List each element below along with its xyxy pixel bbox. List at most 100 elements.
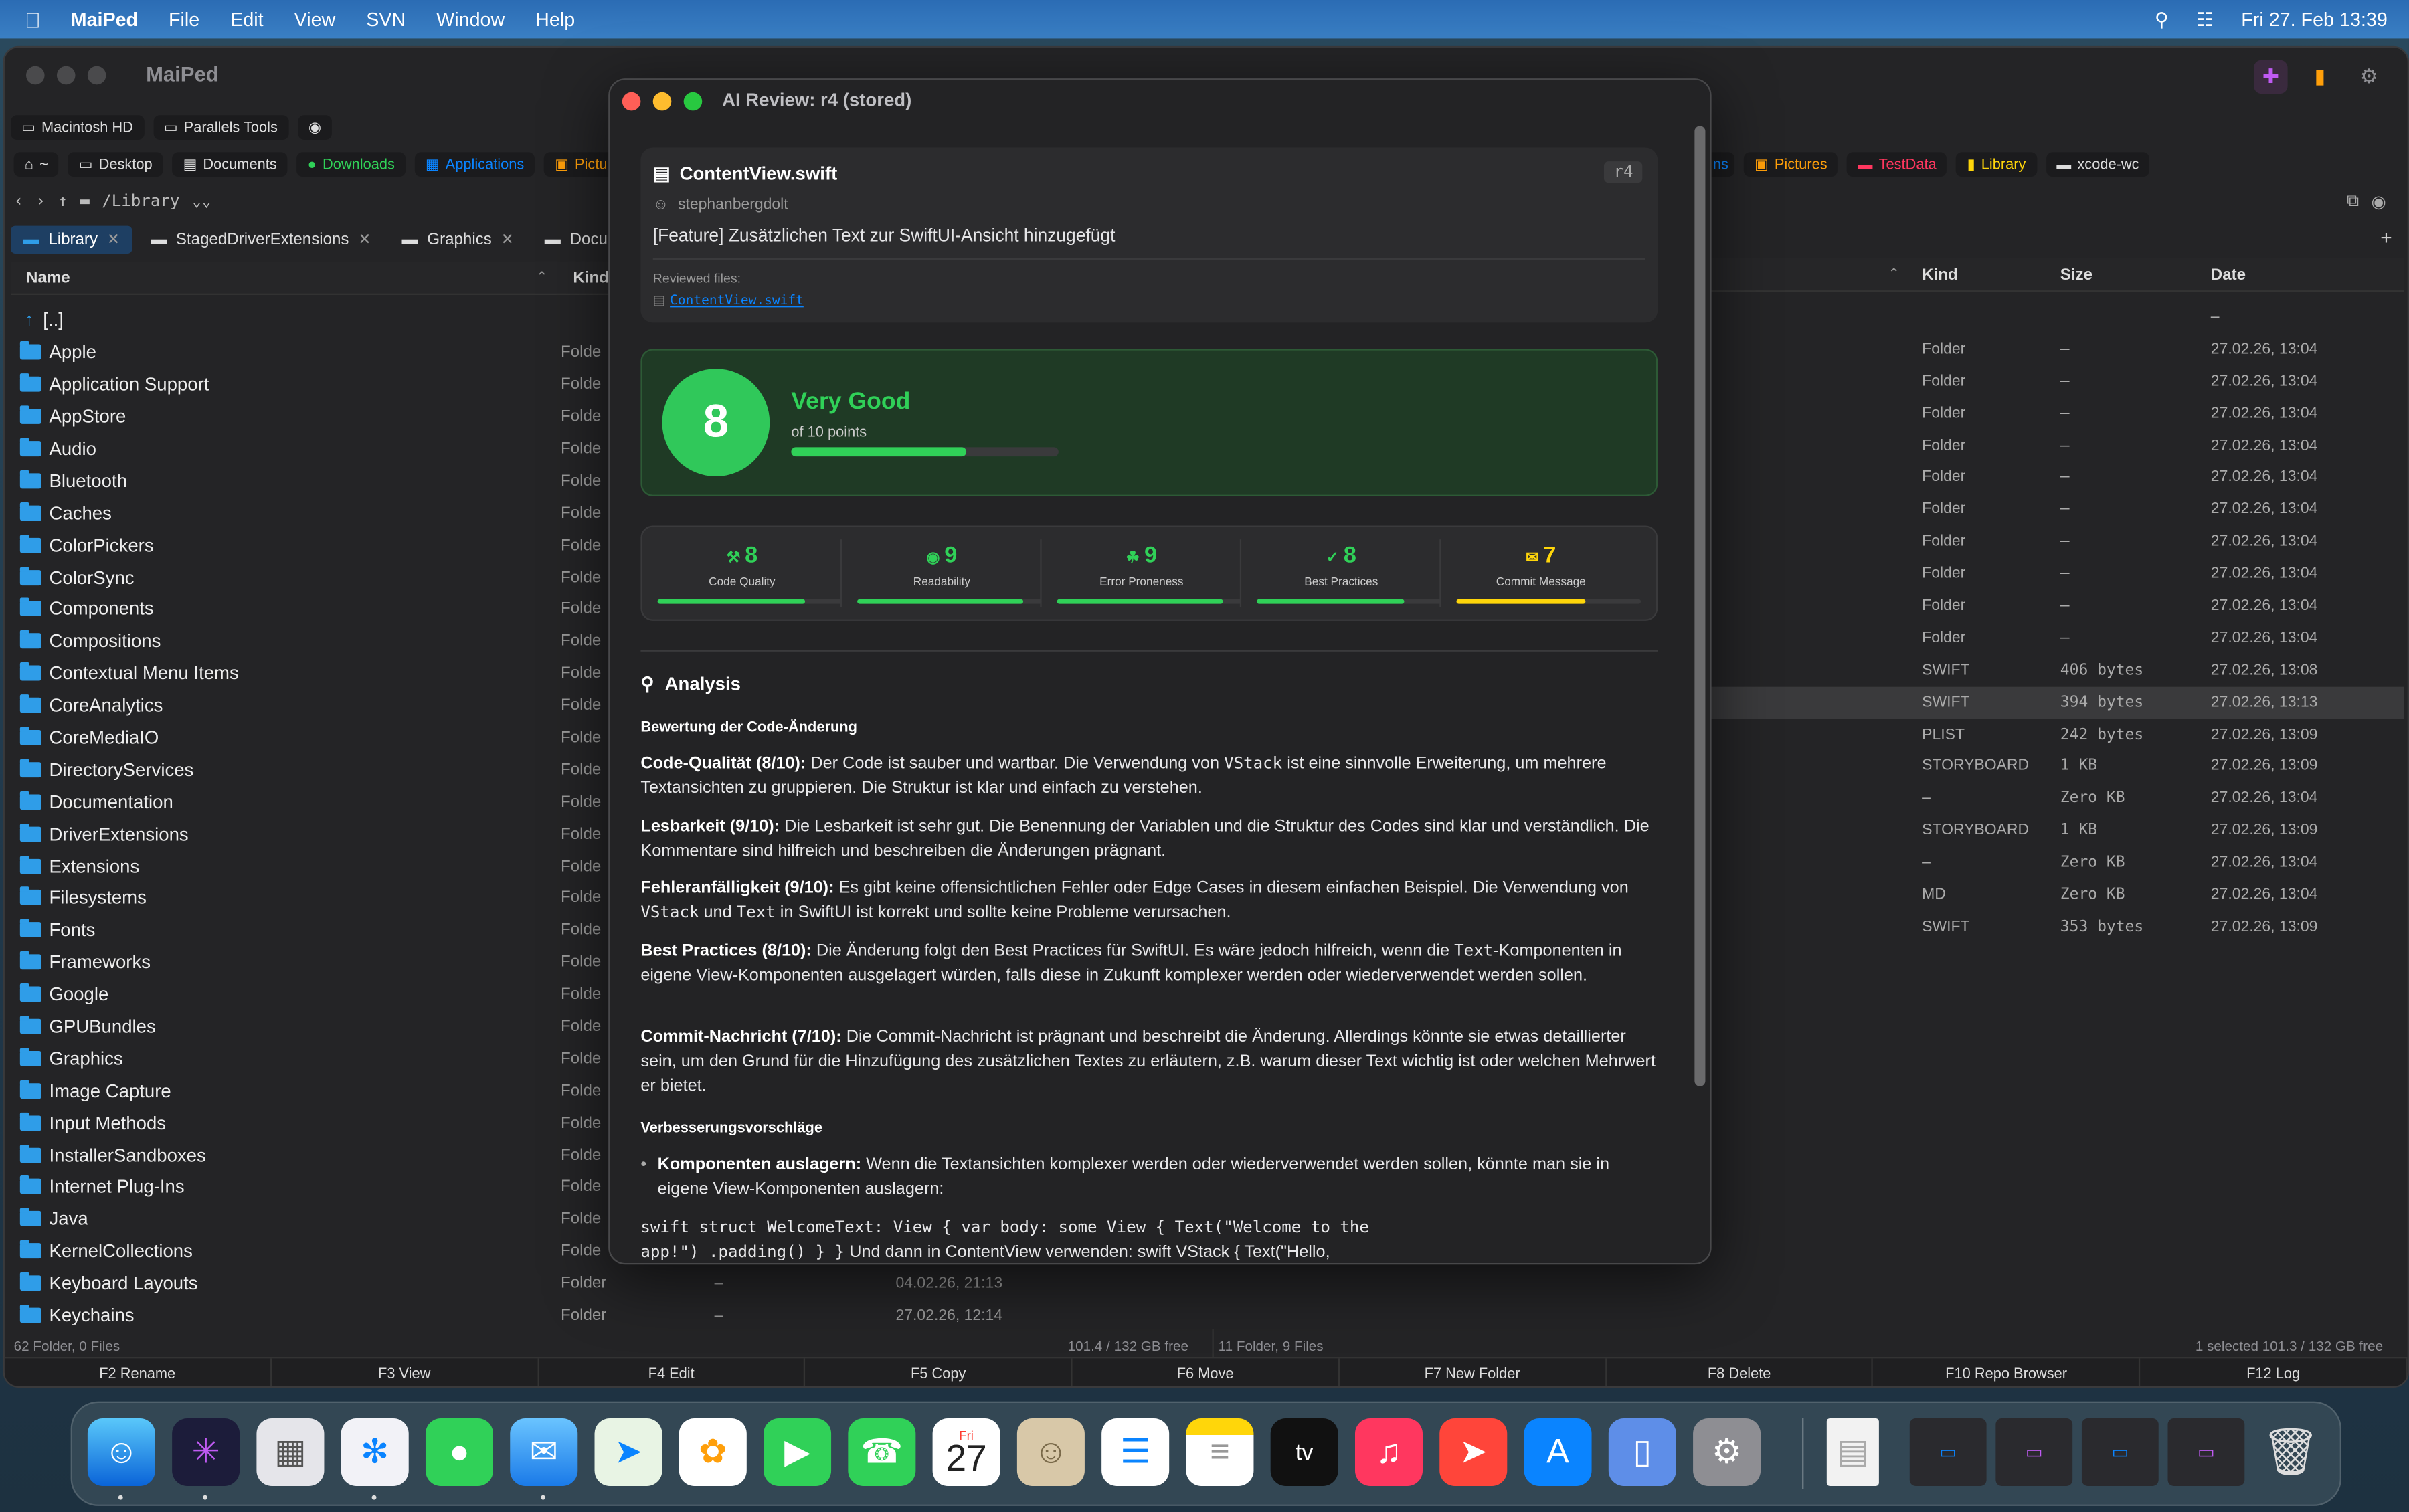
minimized-window-thumbnail[interactable]: ▭	[2167, 1418, 2245, 1487]
list-item[interactable]: Keychains Folder – 27.02.26, 12:14	[11, 1299, 1209, 1325]
fav-pictures[interactable]: ▣ Pictures	[1743, 152, 1838, 177]
apple-tv-icon[interactable]: tv	[1270, 1418, 1338, 1487]
table-row[interactable]: – Zero KB 27.02.26, 13:04	[1707, 783, 2404, 815]
spotlight-search-icon[interactable]: ⚲	[2155, 7, 2169, 31]
apple-menu-icon[interactable]: 	[25, 7, 46, 31]
table-row[interactable]: Folder – 27.02.26, 13:04	[1707, 558, 2404, 590]
fav-pictures-left[interactable]: ▣ Pictu	[544, 152, 618, 177]
network-globe-icon[interactable]: ◉	[297, 115, 332, 140]
safari-icon[interactable]: ✻	[341, 1418, 409, 1487]
path-dropdown-icon[interactable]: ⌄⌄	[192, 192, 211, 211]
iphone-mirroring-icon[interactable]: ▯	[1608, 1418, 1676, 1487]
messages-icon[interactable]: ●	[425, 1418, 493, 1487]
back-icon[interactable]: ‹	[14, 192, 24, 211]
sort-ascending-icon[interactable]: ⌃	[1888, 266, 1900, 282]
close-tab-icon[interactable]: ✕	[501, 231, 514, 248]
kind-column-header[interactable]: Kind	[573, 268, 609, 287]
tab-library[interactable]: ▬ Library ✕	[11, 225, 132, 254]
phone-icon[interactable]: ☎	[848, 1418, 916, 1487]
table-row[interactable]: Folder – 27.02.26, 13:04	[1707, 397, 2404, 430]
launchpad-icon[interactable]: ▦	[256, 1418, 325, 1487]
table-row[interactable]: Folder – 27.02.26, 13:04	[1707, 590, 2404, 622]
minimize-window-button[interactable]	[56, 66, 76, 85]
list-item[interactable]: Keyboard Layouts Folder – 04.02.26, 21:13	[11, 1267, 1209, 1299]
f3-view-button[interactable]: F3 View	[272, 1358, 539, 1386]
f12-log-button[interactable]: F12 Log	[2141, 1358, 2408, 1386]
trash-icon[interactable]: 🗑	[2257, 1418, 2325, 1486]
current-path[interactable]: /Library	[102, 192, 179, 211]
table-row[interactable]: Folder – 27.02.26, 13:04	[1707, 430, 2404, 462]
table-row[interactable]: SWIFT 353 bytes 27.02.26, 13:09	[1707, 911, 2404, 943]
rocket-app-icon[interactable]: ➤	[1439, 1418, 1508, 1487]
siri-app-icon[interactable]: ✳	[172, 1418, 240, 1487]
app-menu[interactable]: MaiPed	[71, 9, 138, 30]
table-row[interactable]: PLIST 242 bytes 27.02.26, 13:09	[1707, 719, 2404, 751]
preview-eye-icon[interactable]: ◉	[2371, 192, 2386, 212]
zoom-window-button[interactable]	[87, 66, 106, 85]
f4-edit-button[interactable]: F4 Edit	[539, 1358, 806, 1386]
facetime-icon[interactable]: ▶	[764, 1418, 832, 1487]
menu-svn[interactable]: SVN	[366, 9, 406, 30]
f8-delete-button[interactable]: F8 Delete	[1607, 1358, 1874, 1386]
dialog-minimize-button[interactable]	[652, 92, 672, 111]
notes-icon[interactable]: ≡	[1186, 1418, 1254, 1487]
table-row[interactable]: – Zero KB 27.02.26, 13:04	[1707, 847, 2404, 879]
dialog-zoom-button[interactable]	[683, 92, 703, 111]
tab-staged-driver-extensions[interactable]: ▬ StagedDriverExtensions ✕	[139, 226, 383, 254]
fav-home[interactable]: ⌂ ~	[13, 152, 59, 177]
dialog-scrollbar[interactable]	[1694, 126, 1706, 1086]
ai-review-icon[interactable]: ✚	[2254, 60, 2288, 94]
menu-help[interactable]: Help	[535, 9, 575, 30]
table-row[interactable]: Folder – 27.02.26, 13:04	[1707, 462, 2404, 494]
dialog-close-button[interactable]	[622, 92, 641, 111]
table-row[interactable]: SWIFT 406 bytes 27.02.26, 13:08	[1707, 654, 2404, 686]
sort-ascending-icon[interactable]: ⌃	[536, 269, 547, 286]
f6-move-button[interactable]: F6 Move	[1073, 1358, 1340, 1386]
photos-icon[interactable]: ✿	[679, 1418, 747, 1487]
kind-column-header-right[interactable]: Kind	[1922, 265, 1958, 284]
minimized-window-thumbnail[interactable]: ▭	[2081, 1418, 2159, 1487]
f7-new-folder-button[interactable]: F7 New Folder	[1340, 1358, 1607, 1386]
system-settings-icon[interactable]: ⚙	[1693, 1418, 1761, 1487]
table-row[interactable]: Folder – 27.02.26, 13:04	[1707, 622, 2404, 654]
add-tab-icon[interactable]: +	[2380, 226, 2392, 249]
control-center-icon[interactable]: ☷	[2196, 7, 2214, 31]
table-row[interactable]: Folder – 27.02.26, 13:04	[1707, 494, 2404, 526]
up-icon[interactable]: ↑	[58, 192, 68, 211]
fav-desktop[interactable]: ▭ Desktop	[68, 152, 163, 177]
table-row[interactable]: SWIFT 394 bytes 27.02.26, 13:13	[1706, 686, 2405, 719]
volume-parallels-tools[interactable]: ▭ Parallels Tools	[153, 115, 288, 140]
menu-edit[interactable]: Edit	[230, 9, 263, 30]
menu-file[interactable]: File	[169, 9, 199, 30]
reviewed-file-link[interactable]: ContentView.swift	[670, 293, 804, 308]
f5-copy-button[interactable]: F5 Copy	[806, 1358, 1073, 1386]
volume-macintosh-hd[interactable]: ▭ Macintosh HD	[11, 115, 145, 140]
calendar-icon[interactable]: Fri 27	[932, 1418, 1000, 1487]
table-row[interactable]: STORYBOARD 1 KB 27.02.26, 13:09	[1707, 815, 2404, 847]
table-row[interactable]: Folder – 27.02.26, 13:04	[1707, 333, 2404, 365]
table-row[interactable]: Folder – 27.02.26, 13:04	[1707, 365, 2404, 397]
statistics-chart-icon[interactable]: ▮	[2303, 60, 2337, 94]
menu-view[interactable]: View	[294, 9, 336, 30]
close-window-button[interactable]	[26, 66, 45, 85]
menu-window[interactable]: Window	[436, 9, 505, 30]
fav-library[interactable]: ▮ Library	[1956, 152, 2037, 177]
fav-downloads[interactable]: ● Downloads	[296, 152, 406, 177]
f2-rename-button[interactable]: F2 Rename	[5, 1358, 272, 1386]
table-row[interactable]: STORYBOARD 1 KB 27.02.26, 13:09	[1707, 751, 2404, 783]
name-column-header[interactable]: Name	[26, 268, 70, 287]
tab-graphics[interactable]: ▬ Graphics ✕	[389, 226, 526, 254]
forward-icon[interactable]: ›	[36, 192, 46, 211]
fav-testdata[interactable]: ▬ TestData	[1847, 152, 1947, 177]
close-tab-icon[interactable]: ✕	[358, 231, 371, 248]
settings-gear-icon[interactable]: ⚙	[2352, 60, 2386, 94]
size-column-header[interactable]: Size	[2060, 265, 2092, 284]
f10-repo-browser-button[interactable]: F10 Repo Browser	[1874, 1358, 2141, 1386]
minimized-window-thumbnail[interactable]: ▭	[1995, 1418, 2073, 1487]
table-row[interactable]: MD Zero KB 27.02.26, 13:04	[1707, 879, 2404, 911]
finder-icon[interactable]: ☺	[87, 1418, 155, 1487]
fav-applications[interactable]: ▦ Applications	[414, 152, 535, 177]
copy-path-icon[interactable]: ⧉	[2347, 192, 2359, 212]
maps-icon[interactable]: ➤	[594, 1418, 662, 1487]
close-tab-icon[interactable]: ✕	[107, 231, 120, 248]
